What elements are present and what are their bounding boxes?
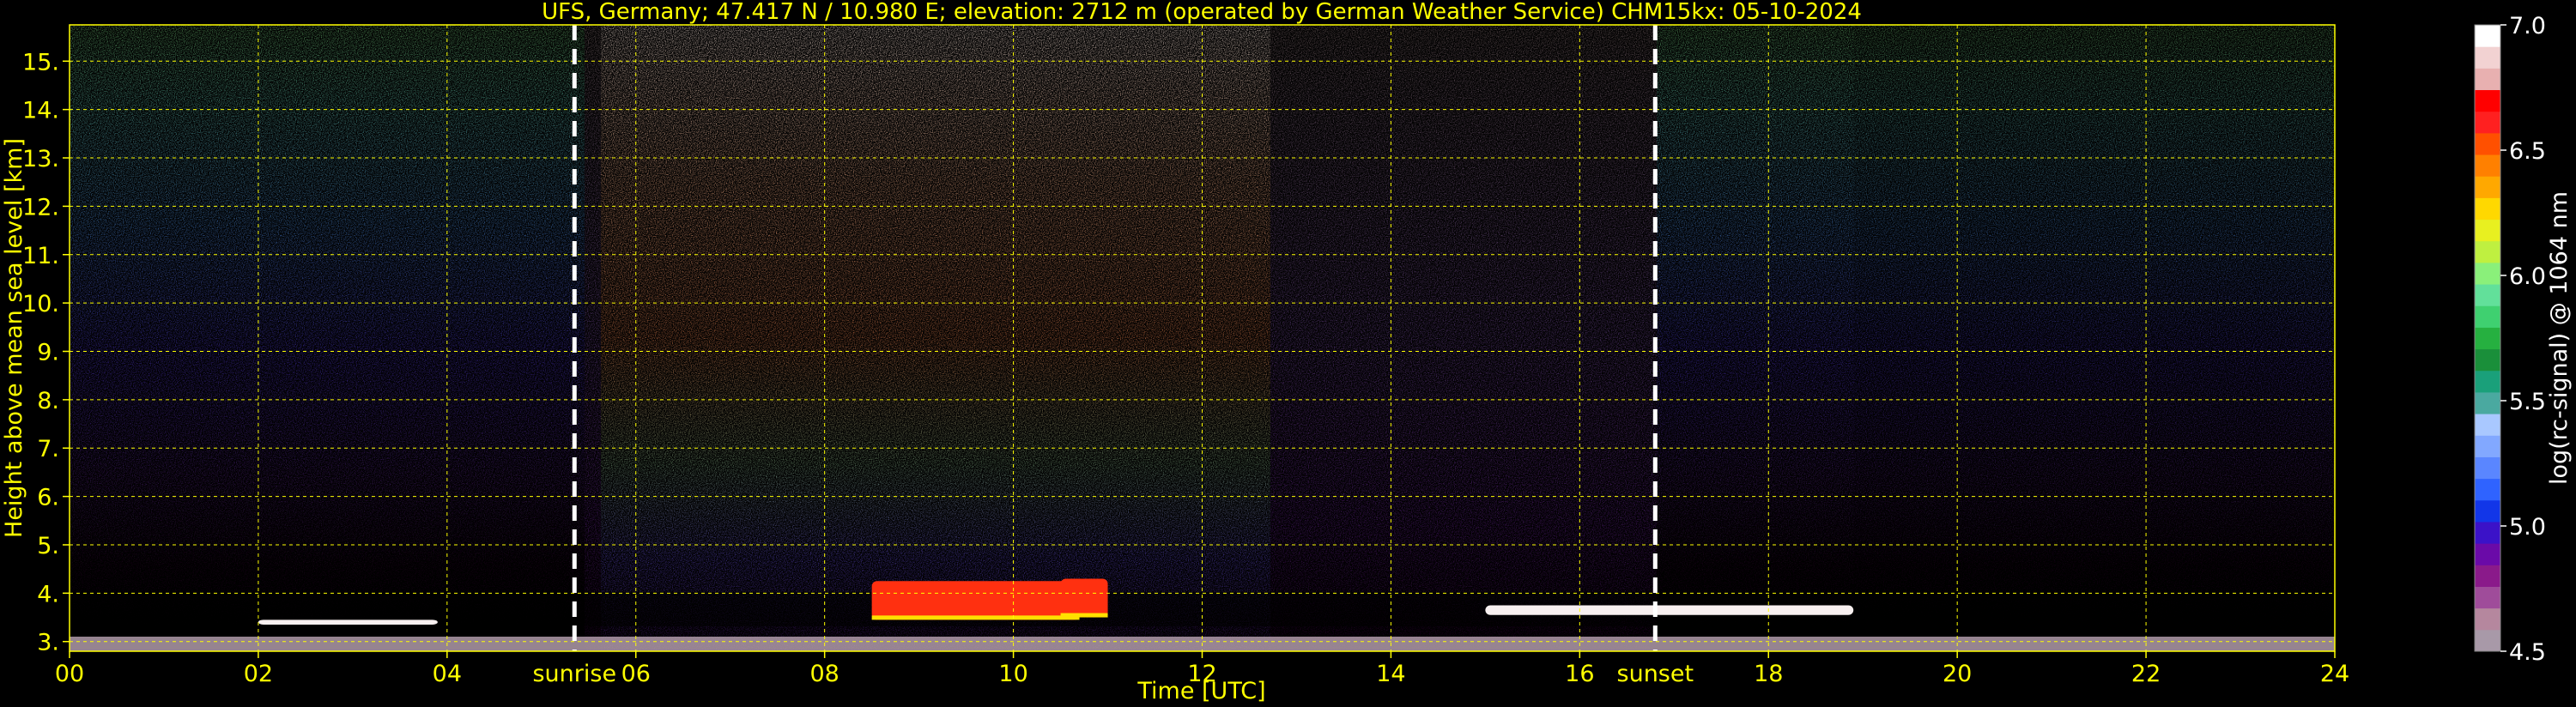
backscatter-field: [70, 25, 2335, 651]
colorbar-cell: [2475, 89, 2500, 112]
y-tick-label: 11.: [22, 243, 59, 269]
y-tick-label: 4.: [37, 581, 59, 607]
y-tick-label: 8.: [37, 388, 59, 414]
y-axis-ticks: 3. 4. 5. 6. 7. 8. 9. 10. 11. 12. 13. 14. 15.: [22, 49, 70, 656]
colorbar-tick-label: 6.0: [2509, 263, 2546, 290]
colorbar-cell: [2475, 543, 2500, 565]
colorbar-cell: [2475, 391, 2500, 414]
colorbar-label: log(rc-signal) @ 1064 nm: [2546, 191, 2573, 485]
colorbar-tick-label: 5.0: [2509, 514, 2546, 541]
colorbar-cell: [2475, 565, 2500, 587]
colorbar-cell: [2475, 68, 2500, 91]
x-tick-label: 08: [809, 661, 839, 687]
colorbar-cell: [2475, 197, 2500, 221]
signal-night-evening: [1854, 25, 2335, 651]
x-tick-label: 20: [1943, 661, 1972, 687]
x-tick-label: 14: [1376, 661, 1405, 687]
cloud-layer-edge: [1060, 613, 1108, 618]
colorbar-cell: [2475, 327, 2500, 350]
x-axis-label: Time [UTC]: [1136, 678, 1265, 704]
y-tick-label: 15.: [22, 49, 59, 76]
colorbar: 4.5 5.0 5.5 6.0 6.5 7.0 log(rc-signal) @ 1064…: [2474, 13, 2573, 666]
y-tick-label: 10.: [22, 291, 59, 317]
y-axis-label: Height above mean sea level [km]: [1, 138, 27, 538]
y-tick-label: 12.: [22, 194, 59, 221]
colorbar-cell: [2475, 262, 2500, 285]
y-tick-label: 7.: [37, 436, 59, 462]
colorbar-cell: [2475, 521, 2500, 544]
signal-night-morning: [70, 25, 585, 651]
cloud-layer: [1060, 578, 1108, 618]
x-tick-label: 18: [1754, 661, 1783, 687]
colorbar-cell: [2475, 219, 2500, 242]
colorbar-tick-label: 4.5: [2509, 639, 2546, 666]
x-tick-label: 16: [1565, 661, 1594, 687]
y-tick-label: 3.: [37, 630, 59, 656]
cloud-layer: [1485, 605, 1854, 615]
colorbar-cell: [2475, 348, 2500, 372]
x-tick-label: 22: [2131, 661, 2161, 687]
x-tick-label: 24: [2320, 661, 2349, 687]
cloud-layer-edge: [871, 615, 1080, 620]
colorbar-cell: [2475, 478, 2500, 501]
colorbar-cell: [2475, 176, 2500, 198]
colorbar-cell: [2475, 111, 2500, 134]
colorbar-cells: [2475, 25, 2500, 652]
x-tick-label: 02: [244, 661, 273, 687]
colorbar-cell: [2475, 607, 2500, 631]
x-tick-label: 00: [55, 661, 84, 687]
cloud-layer: [258, 619, 438, 625]
ceilometer-figure: sunrise sunset 00 02 04 06 08 10 12 14 16 18 20 22 24…: [1, 0, 2573, 704]
y-tick-label: 6.: [37, 485, 59, 511]
x-tick-label: 04: [433, 661, 462, 687]
colorbar-cell: [2475, 305, 2500, 328]
sunset-label: sunset: [1617, 661, 1694, 687]
colorbar-cell: [2475, 46, 2500, 69]
colorbar-cell: [2475, 586, 2500, 609]
y-tick-label: 14.: [22, 98, 59, 124]
x-tick-label: 10: [998, 661, 1027, 687]
signal-afternoon: [1270, 25, 1657, 651]
colorbar-cell: [2475, 154, 2500, 177]
y-tick-label: 5.: [37, 533, 59, 559]
signal-evening: [1657, 25, 1854, 651]
colorbar-cell: [2475, 499, 2500, 523]
colorbar-cell: [2475, 25, 2500, 47]
colorbar-ticks: 4.5 5.0 5.5 6.0 6.5 7.0: [2500, 13, 2546, 666]
colorbar-cell: [2475, 435, 2500, 457]
signal-day: [601, 25, 1270, 651]
colorbar-cell: [2475, 414, 2500, 436]
plot-area: sunrise sunset 00 02 04 06 08 10 12 14 16 18 20 22 24…: [22, 24, 2349, 687]
x-tick-label: 06: [621, 661, 651, 687]
sunrise-label: sunrise: [532, 661, 616, 687]
colorbar-tick-label: 6.5: [2509, 138, 2546, 165]
colorbar-tick-label: 5.5: [2509, 389, 2546, 415]
colorbar-cell: [2475, 240, 2500, 263]
cloud-layer: [871, 581, 1080, 620]
colorbar-cell: [2475, 132, 2500, 155]
colorbar-cell: [2475, 629, 2500, 652]
colorbar-cell: [2475, 284, 2500, 306]
colorbar-cell: [2475, 370, 2500, 393]
colorbar-cell: [2475, 456, 2500, 480]
y-tick-label: 13.: [22, 146, 59, 172]
chart-title: UFS, Germany; 47.417 N / 10.980 E; eleva…: [542, 0, 1862, 25]
colorbar-tick-label: 7.0: [2509, 13, 2546, 39]
y-tick-label: 9.: [37, 340, 59, 366]
